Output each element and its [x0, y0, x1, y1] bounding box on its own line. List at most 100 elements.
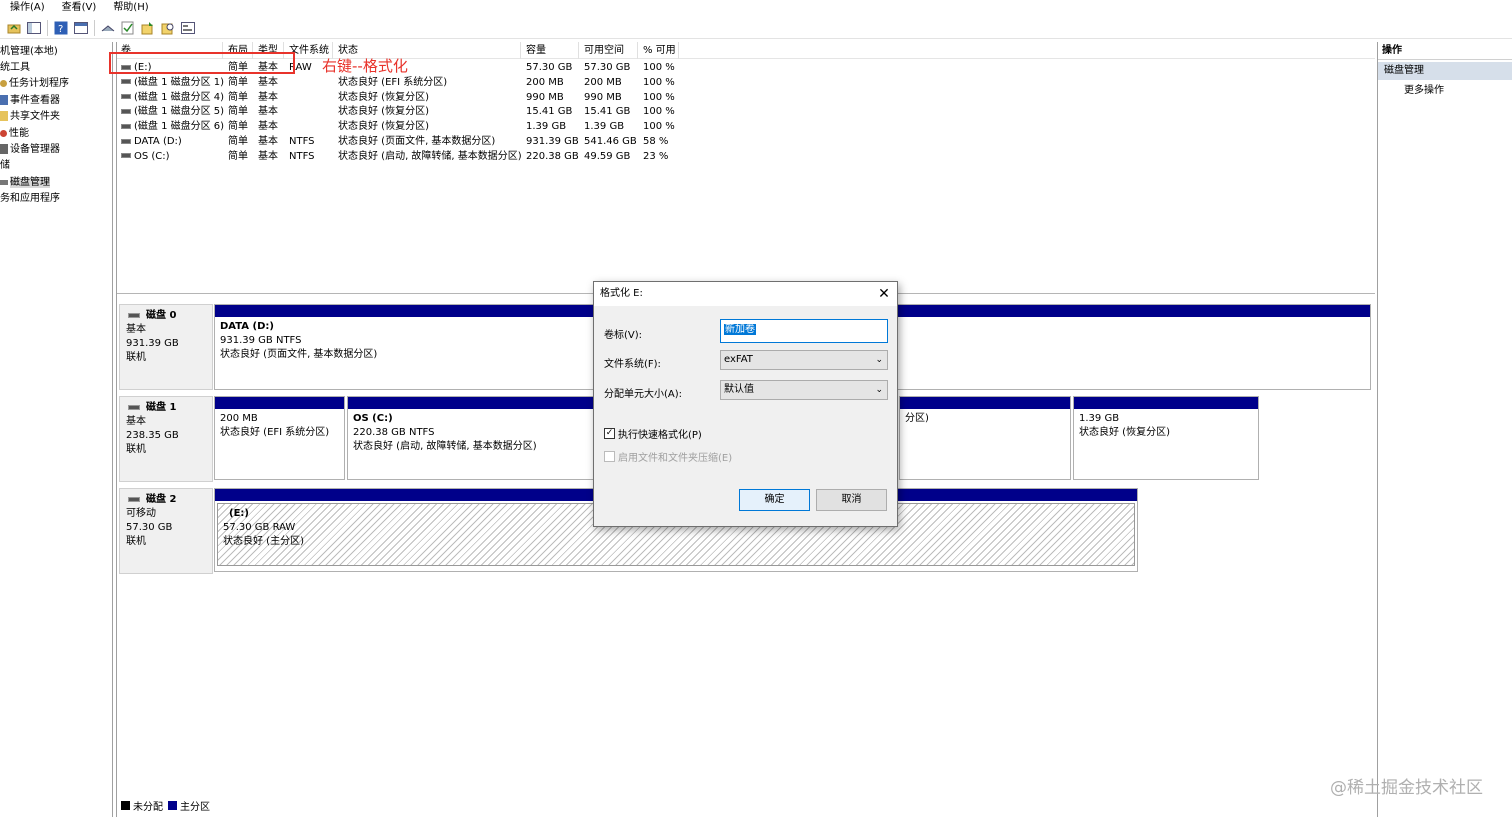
volume-icon	[121, 79, 131, 85]
table-cell: 简单	[224, 134, 248, 149]
partition-os-c[interactable]: OS (C:) 220.38 GB NTFS 状态良好 (启动, 故障转储, 基…	[347, 396, 597, 480]
table-cell: (磁盘 1 磁盘分区 4)	[117, 90, 224, 105]
col-header-capacity[interactable]: 容量	[522, 42, 579, 59]
cell-text: 状态良好 (恢复分区)	[338, 106, 429, 118]
allocation-unit-label: 分配单元大小(A):	[604, 389, 683, 400]
clock-icon	[0, 79, 7, 87]
cell-text: 基本	[258, 150, 278, 162]
cell-text: 100 %	[643, 121, 675, 133]
export-icon[interactable]	[140, 20, 156, 36]
menu-bar: 操作(A) 查看(V) 帮助(H)	[0, 0, 1512, 16]
cell-text: 状态良好 (页面文件, 基本数据分区)	[338, 136, 496, 147]
disk-2-label[interactable]: 磁盘 2 可移动 57.30 GB 联机	[119, 488, 213, 574]
properties-icon[interactable]	[73, 20, 89, 36]
svg-text:?: ?	[58, 24, 63, 35]
tree-item-task-scheduler[interactable]: 任务计划程序	[0, 77, 69, 91]
table-cell: 1.39 GB	[522, 119, 566, 134]
partition-size-fs: 220.38 GB NTFS	[353, 427, 435, 438]
table-row[interactable]: (磁盘 1 磁盘分区 5) 简单 基本 状态良好 (恢复分区) 15.41 GB 15.4…	[117, 104, 1375, 119]
disk-2-type: 可移动	[126, 508, 156, 519]
quick-format-label: 执行快速格式化(P)	[618, 430, 702, 441]
col-header-percent-free[interactable]: % 可用	[639, 42, 679, 59]
table-cell: (磁盘 1 磁盘分区 6)	[117, 119, 224, 134]
table-row[interactable]: (磁盘 1 磁盘分区 1) 简单 基本 状态良好 (EFI 系统分区) 200 MB 20…	[117, 75, 1375, 90]
table-cell: 基本	[254, 119, 278, 134]
quick-format-checkbox[interactable]: ✓ 执行快速格式化(P)	[604, 426, 702, 441]
cell-text: 简单	[228, 106, 248, 118]
disk-1-size: 238.35 GB	[126, 430, 179, 441]
table-cell: (磁盘 1 磁盘分区 1)	[117, 75, 224, 90]
partition-recovery-6[interactable]: 1.39 GB 状态良好 (恢复分区)	[1073, 396, 1259, 480]
tree-item-device-manager[interactable]: 设备管理器	[0, 143, 60, 157]
cell-text: NTFS	[289, 150, 315, 162]
cancel-button[interactable]: 取消	[816, 489, 887, 511]
cell-text: 基本	[258, 91, 278, 103]
table-cell: (磁盘 1 磁盘分区 5)	[117, 104, 224, 119]
table-row[interactable]: OS (C:) 简单 基本 NTFS 状态良好 (启动, 故障转储, 基本数据分区) 22…	[117, 149, 1375, 164]
search-icon[interactable]	[160, 20, 176, 36]
col-header-free-space[interactable]: 可用空间	[580, 42, 638, 59]
partition-status: 状态良好 (启动, 故障转储, 基本数据分区)	[353, 441, 537, 452]
table-cell: 简单	[224, 104, 248, 119]
cell-text: NTFS	[289, 136, 315, 147]
close-icon[interactable]: ✕	[877, 282, 891, 306]
menu-view[interactable]: 查看(V)	[52, 0, 104, 16]
disk-1-label[interactable]: 磁盘 1 基本 238.35 GB 联机	[119, 396, 213, 482]
tree-item-performance[interactable]: 性能	[0, 127, 29, 141]
disk-0-name: 磁盘 0	[146, 310, 177, 321]
allocation-unit-select[interactable]: 默认值 ⌄	[720, 380, 888, 400]
filesystem-label: 文件系统(F):	[604, 359, 661, 370]
table-row[interactable]: (磁盘 1 磁盘分区 6) 简单 基本 状态良好 (恢复分区) 1.39 GB 1.39 …	[117, 119, 1375, 134]
cell-text: 200 MB	[526, 76, 564, 88]
tree-item-disk-management[interactable]: 磁盘管理	[0, 176, 50, 190]
view-icon[interactable]	[180, 20, 196, 36]
tree-item-services-apps[interactable]: 务和应用程序	[0, 192, 60, 206]
cell-text: 541.46 GB	[584, 136, 637, 147]
cell-text: 57.30 GB	[526, 62, 573, 73]
table-cell: 简单	[224, 75, 248, 90]
primary-partition-bar	[215, 397, 344, 409]
disk-icon	[128, 405, 140, 410]
up-folder-icon[interactable]	[6, 20, 22, 36]
volume-label-input[interactable]: 新加卷	[720, 319, 888, 343]
cell-text: 简单	[228, 76, 248, 88]
cell-text: 简单	[228, 91, 248, 103]
table-row[interactable]: (E:) 简单 基本 RAW 57.30 GB 57.30 GB 100 %	[117, 60, 1375, 75]
cell-text: 100 %	[643, 76, 675, 88]
partition-status: 状态良好 (主分区)	[223, 536, 304, 547]
partition-recovery-5[interactable]: 分区)	[899, 396, 1071, 480]
actions-section-disk-management[interactable]: 磁盘管理	[1378, 62, 1512, 80]
volume-icon	[121, 138, 131, 144]
table-cell: 基本	[254, 104, 278, 119]
filesystem-value: exFAT	[724, 354, 753, 365]
table-cell: 15.41 GB	[522, 104, 572, 119]
check-icon[interactable]	[120, 20, 136, 36]
ok-button[interactable]: 确定	[739, 489, 810, 511]
partition-size-fs: 1.39 GB	[1079, 413, 1120, 424]
compression-checkbox: 启用文件和文件夹压缩(E)	[604, 449, 732, 464]
table-cell: DATA (D:)	[117, 134, 182, 149]
tree-item-computer-management[interactable]: 机管理(本地)	[0, 45, 58, 59]
tree-item-shared-folders[interactable]: 共享文件夹	[0, 110, 60, 124]
disk-1-name: 磁盘 1	[146, 402, 177, 413]
tree-item-event-viewer[interactable]: 事件查看器	[0, 94, 60, 108]
more-actions-link[interactable]: 更多操作	[1378, 82, 1512, 100]
filesystem-select[interactable]: exFAT ⌄	[720, 350, 888, 370]
console-tree-icon[interactable]	[26, 20, 42, 36]
table-row[interactable]: (磁盘 1 磁盘分区 4) 简单 基本 状态良好 (恢复分区) 990 MB 990 MB…	[117, 90, 1375, 105]
dialog-title: 格式化 E:	[600, 288, 643, 299]
tree-item-system-tools[interactable]: 统工具	[0, 61, 30, 75]
menu-action[interactable]: 操作(A)	[0, 0, 52, 16]
table-row[interactable]: DATA (D:) 简单 基本 NTFS 状态良好 (页面文件, 基本数据分区) 931.…	[117, 134, 1375, 149]
volume-label-label: 卷标(V):	[604, 330, 643, 341]
dialog-title-bar: 格式化 E: ✕	[594, 282, 897, 306]
help-icon[interactable]: ?	[53, 20, 69, 36]
disk-0-label[interactable]: 磁盘 0 基本 931.39 GB 联机	[119, 304, 213, 390]
allocation-unit-value: 默认值	[724, 384, 754, 395]
menu-help[interactable]: 帮助(H)	[103, 0, 155, 16]
connect-icon[interactable]	[100, 20, 116, 36]
cell-text: 简单	[228, 136, 248, 147]
partition-status: 分区)	[905, 413, 929, 424]
tree-item-storage[interactable]: 储	[0, 159, 10, 173]
partition-efi[interactable]: 200 MB 状态良好 (EFI 系统分区)	[214, 396, 345, 480]
